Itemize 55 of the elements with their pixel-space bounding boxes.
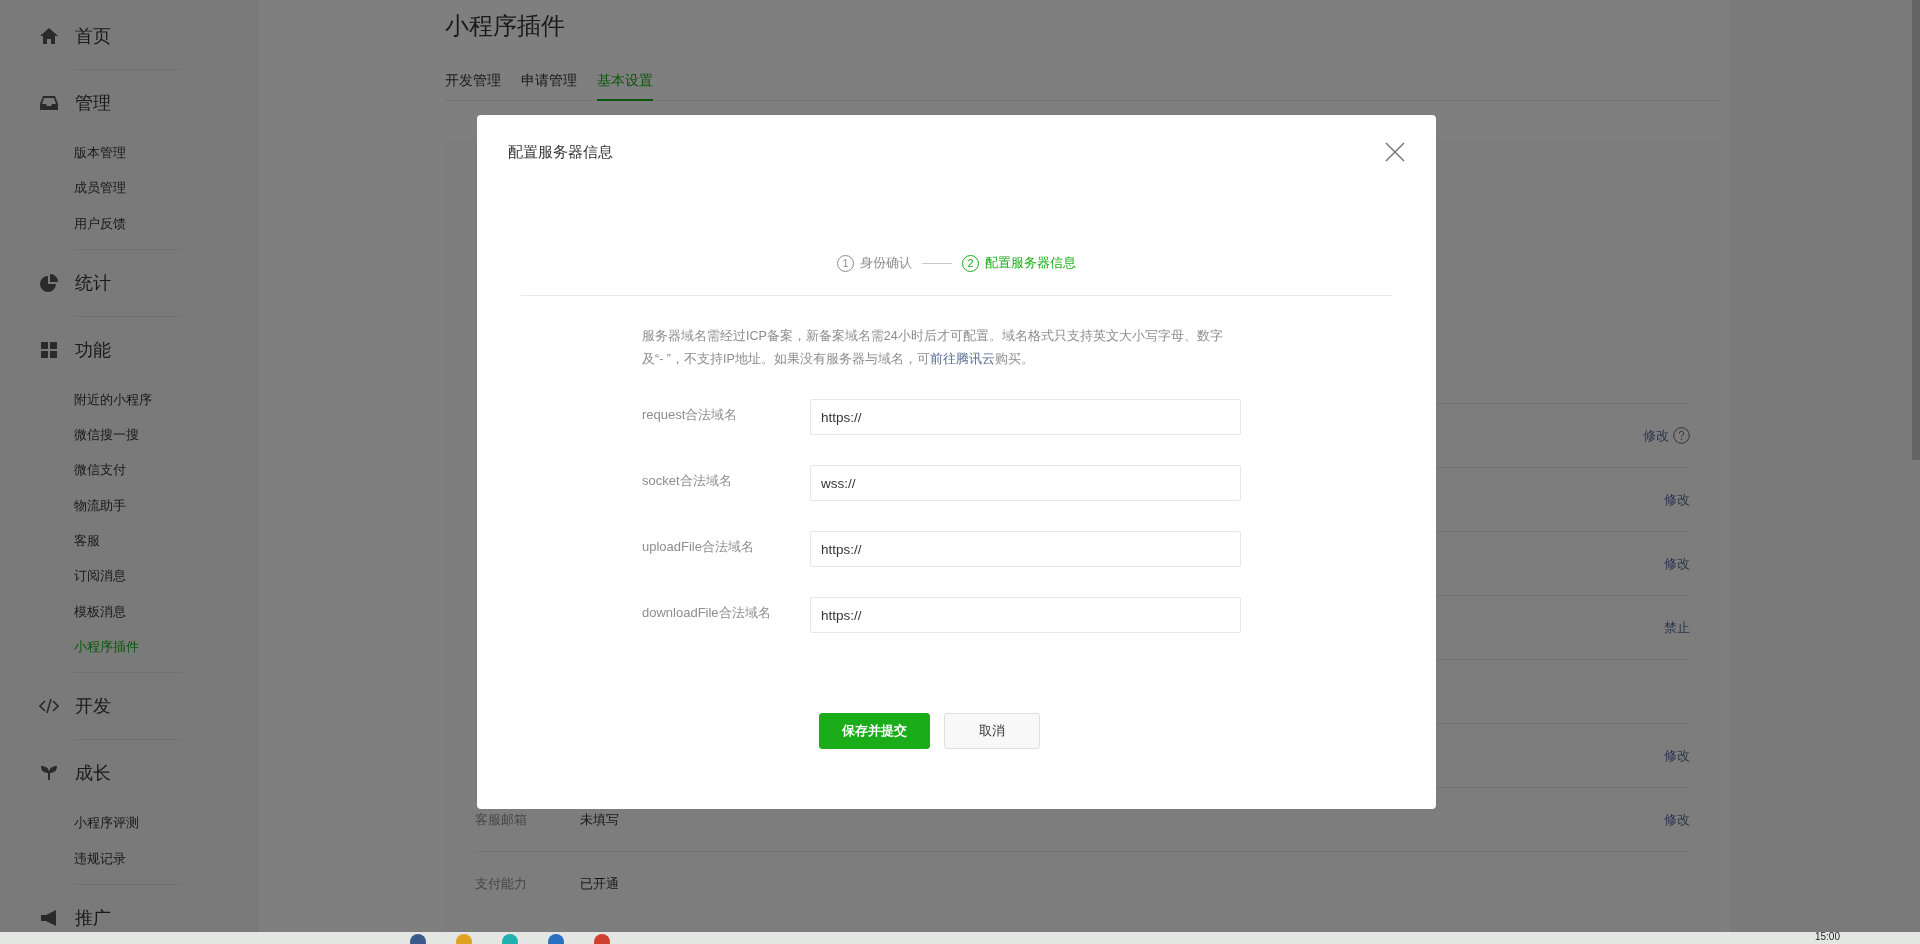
sidebar-group-label[interactable]: 推广 [75,905,111,930]
setting-value: 未填写 [580,810,620,829]
sidebar-item[interactable]: 小程序插件 [0,628,181,665]
page-title: 小程序插件 [445,11,566,41]
tab[interactable]: 开发管理 [445,72,501,101]
sidebar-item[interactable]: 小程序评测 [0,805,181,841]
setting-value: 已开通 [580,874,620,893]
dialog-title: 配置服务器信息 [508,142,613,162]
help-icon[interactable] [1673,427,1690,444]
sidebar-group-label[interactable]: 统计 [75,270,111,295]
tab[interactable]: 基本设置 [597,72,653,101]
edit-link[interactable]: 修改 [1664,810,1690,829]
sidebar-item[interactable]: 模板消息 [0,593,181,629]
sidebar-group-label[interactable]: 开发 [75,694,111,719]
field-label: uploadFile合法域名 [642,538,755,556]
sidebar-group-label[interactable]: 成长 [75,761,111,786]
domain-input[interactable]: https:// [810,597,1241,633]
sidebar-item[interactable]: 附近的小程序 [0,381,181,418]
field-label: socket合法域名 [642,472,733,490]
domain-input[interactable]: https:// [810,399,1241,435]
home-icon [39,26,59,46]
grid-icon [39,339,59,360]
notice-text: 服务器域名需经过ICP备案，新备案域名需24小时后才可配置。域名格式只支持英文大小写字母、数字及“- ”，不支持IP地址。如果没有服务器与域名，可前往腾讯云购买。 [642,328,1224,368]
sidebar-item[interactable]: 版本管理 [0,135,181,171]
clock-time: 15:00 [1814,932,1840,942]
sidebar-item[interactable]: 微信支付 [0,452,181,488]
edit-link[interactable]: 修改 [1664,490,1690,509]
sidebar-item[interactable]: 成员管理 [0,170,181,206]
domain-input[interactable]: https:// [810,531,1241,567]
edit-link[interactable]: 修改 [1664,554,1690,573]
cancel-button[interactable]: 取消 [943,713,1040,749]
sidebar-item[interactable]: 订阅消息 [0,558,181,594]
tab[interactable]: 申请管理 [521,72,577,101]
sprout-icon [41,766,57,781]
sidebar-item[interactable]: 用户反馈 [0,205,181,241]
edit-link[interactable]: 修改 [1643,426,1669,445]
sidebar-item[interactable]: 客服 [0,523,181,559]
field-label: downloadFile合法域名 [642,604,772,622]
field-label: request合法域名 [642,406,739,424]
megaphone-icon [39,907,59,928]
buy-link[interactable]: 前往腾讯云 [929,352,995,366]
step-indicator: 2 配置服务器信息 [962,254,1076,272]
sidebar-group-label[interactable]: 管理 [75,91,111,115]
sidebar-group-label[interactable]: 首页 [75,24,111,48]
inbox-icon [39,93,59,113]
sidebar-item[interactable]: 违规记录 [0,840,181,876]
pie-chart-icon [39,272,59,293]
edit-link[interactable]: 修改 [1664,746,1690,765]
save-button[interactable]: 保存并提交 [818,713,930,749]
sidebar-item[interactable]: 物流助手 [0,487,181,524]
step-indicator: 1 身份确认 [837,254,912,272]
close-button[interactable] [1384,141,1406,163]
edit-link[interactable]: 禁止 [1664,618,1690,637]
sidebar-group-label[interactable]: 功能 [75,337,111,362]
domain-input[interactable]: wss:// [810,465,1241,501]
